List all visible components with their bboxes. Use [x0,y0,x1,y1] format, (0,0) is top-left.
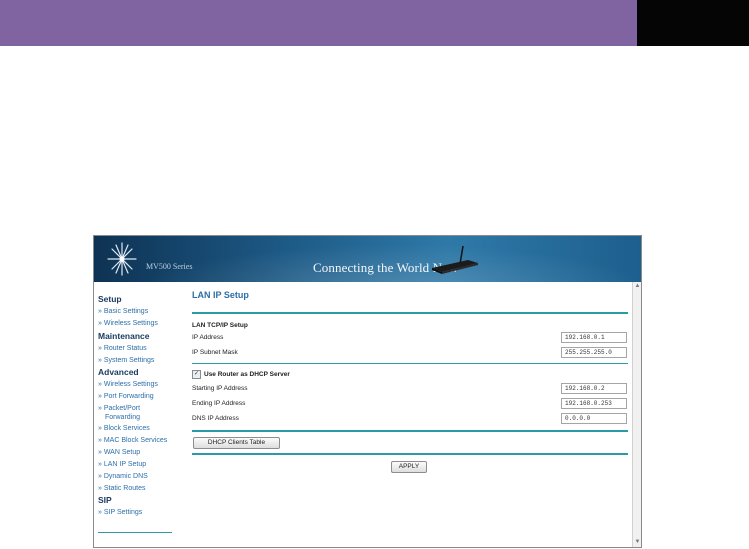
sidebar-item-packet-port-forwarding[interactable]: Forwarding [105,413,140,422]
scroll-up-icon[interactable]: ▲ [634,283,641,290]
sidebar-section-setup: Setup [98,294,122,304]
subnet-mask-label: IP Subnet Mask [192,349,238,356]
dns-ip-input[interactable]: 0.0.0.0 [561,413,627,424]
sidebar-section-maintenance: Maintenance [98,331,150,341]
section-divider [192,363,628,364]
sidebar-item-router-status[interactable]: » Router Status [98,344,147,353]
ending-ip-input[interactable]: 192.168.0.253 [561,398,627,409]
sidebar-nav: Setup » Basic Settings » Wireless Settin… [94,282,187,547]
dhcp-server-checkbox-label: Use Router as DHCP Server [204,371,290,378]
sidebar-section-sip: SIP [98,495,112,505]
scrollbar[interactable]: ▲ ▼ [632,282,641,547]
apply-button[interactable]: APPLY [391,461,427,473]
sidebar-item-port-forwarding[interactable]: » Port Forwarding [98,392,154,401]
lan-tcpip-section-heading: LAN TCP/IP Setup [192,322,248,329]
router-device-icon [432,245,478,274]
sidebar-section-advanced: Advanced [98,367,139,377]
scroll-down-icon[interactable]: ▼ [634,539,641,546]
page-title: LAN IP Setup [192,290,249,300]
sidebar-item-dynamic-dns[interactable]: » Dynamic DNS [98,472,148,481]
sidebar-item-mac-block-services[interactable]: » MAC Block Services [98,436,167,445]
ip-address-input[interactable]: 192.168.0.1 [561,332,627,343]
dhcp-server-checkbox[interactable]: ✓ [192,370,201,379]
sidebar-item-sip-settings[interactable]: » SIP Settings [98,508,142,517]
sidebar-item-packet-port[interactable]: » Packet/Port [98,404,140,413]
header-banner: MV500 Series Connecting the World Now [94,236,641,282]
sidebar-item-block-services[interactable]: » Block Services [98,424,150,433]
sidebar-item-lan-ip-setup[interactable]: » LAN IP Setup [98,460,146,469]
sidebar-item-basic-settings[interactable]: » Basic Settings [98,307,148,316]
title-divider [192,312,628,314]
router-admin-window: MV500 Series Connecting the World Now Se… [93,235,642,548]
starting-ip-label: Starting IP Address [192,385,248,392]
brand-logo-icon [107,242,137,276]
slide-title-band [0,0,637,46]
subnet-mask-input[interactable]: 255.255.255.0 [561,347,627,358]
slide-corner-block [637,0,749,46]
dns-ip-label: DNS IP Address [192,415,239,422]
sidebar-item-system-settings[interactable]: » System Settings [98,356,154,365]
starting-ip-input[interactable]: 192.168.0.2 [561,383,627,394]
dhcp-clients-table-button[interactable]: DHCP Clients Table [193,437,280,449]
ip-address-label: IP Address [192,334,224,341]
model-label: MV500 Series [146,262,193,271]
sidebar-item-adv-wireless-settings[interactable]: » Wireless Settings [98,380,158,389]
main-content: LAN IP Setup LAN TCP/IP Setup IP Address… [186,282,632,547]
sidebar-divider [98,532,172,533]
sidebar-item-static-routes[interactable]: » Static Routes [98,484,145,493]
ending-ip-label: Ending IP Address [192,400,246,407]
apply-divider [192,453,628,455]
sidebar-item-wireless-settings[interactable]: » Wireless Settings [98,319,158,328]
dhcp-divider [192,430,628,432]
sidebar-item-wan-setup[interactable]: » WAN Setup [98,448,140,457]
